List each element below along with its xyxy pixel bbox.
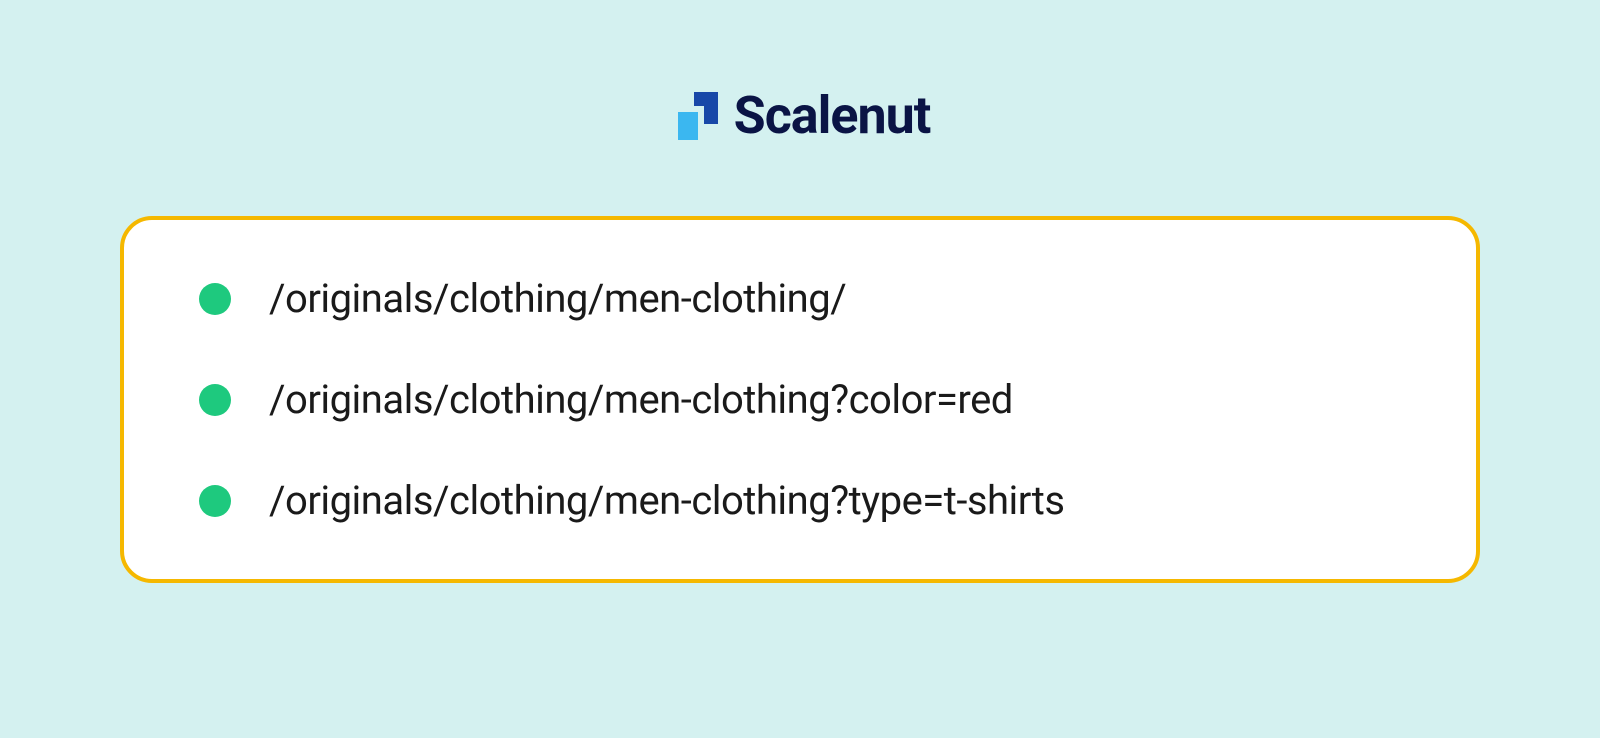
bullet-icon bbox=[199, 283, 231, 315]
scalenut-logo-icon bbox=[670, 92, 718, 140]
list-item: /originals/clothing/men-clothing?type=t-… bbox=[199, 477, 1401, 524]
list-item: /originals/clothing/men-clothing?color=r… bbox=[199, 376, 1401, 423]
url-text: /originals/clothing/men-clothing?type=t-… bbox=[269, 477, 1065, 524]
bullet-icon bbox=[199, 384, 231, 416]
bullet-icon bbox=[199, 485, 231, 517]
url-list: /originals/clothing/men-clothing/ /origi… bbox=[199, 275, 1401, 524]
url-text: /originals/clothing/men-clothing?color=r… bbox=[269, 376, 1013, 423]
list-item: /originals/clothing/men-clothing/ bbox=[199, 275, 1401, 322]
logo-container: Scalenut bbox=[670, 85, 931, 146]
url-examples-card: /originals/clothing/men-clothing/ /origi… bbox=[120, 216, 1480, 583]
url-text: /originals/clothing/men-clothing/ bbox=[269, 275, 846, 322]
brand-name: Scalenut bbox=[734, 85, 931, 146]
